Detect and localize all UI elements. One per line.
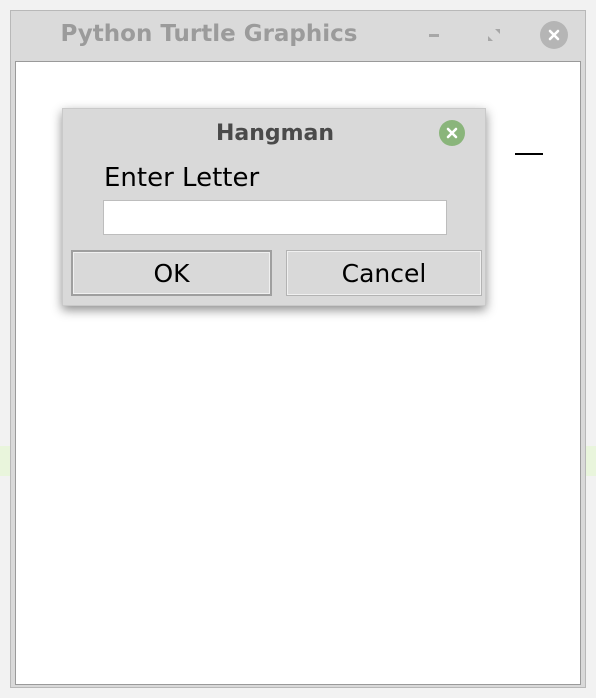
minimize-button[interactable] [420, 21, 448, 49]
close-icon [446, 127, 458, 139]
window-close-button[interactable] [540, 21, 568, 49]
ok-button[interactable]: OK [71, 250, 272, 296]
maximize-icon [488, 29, 500, 41]
window-title: Python Turtle Graphics [60, 21, 358, 47]
background-strip-right [586, 446, 596, 476]
close-icon [548, 29, 560, 41]
word-blank [515, 153, 543, 155]
hangman-dialog: Hangman Enter Letter OK Cancel [62, 108, 486, 306]
dialog-close-button[interactable] [439, 120, 465, 146]
cancel-button[interactable]: Cancel [286, 250, 482, 296]
maximize-button[interactable] [480, 21, 508, 49]
dialog-title: Hangman [215, 121, 335, 146]
window-titlebar[interactable]: Python Turtle Graphics [11, 11, 585, 61]
letter-input[interactable] [103, 200, 447, 235]
minimize-icon [429, 34, 439, 37]
prompt-label: Enter Letter [104, 163, 260, 193]
